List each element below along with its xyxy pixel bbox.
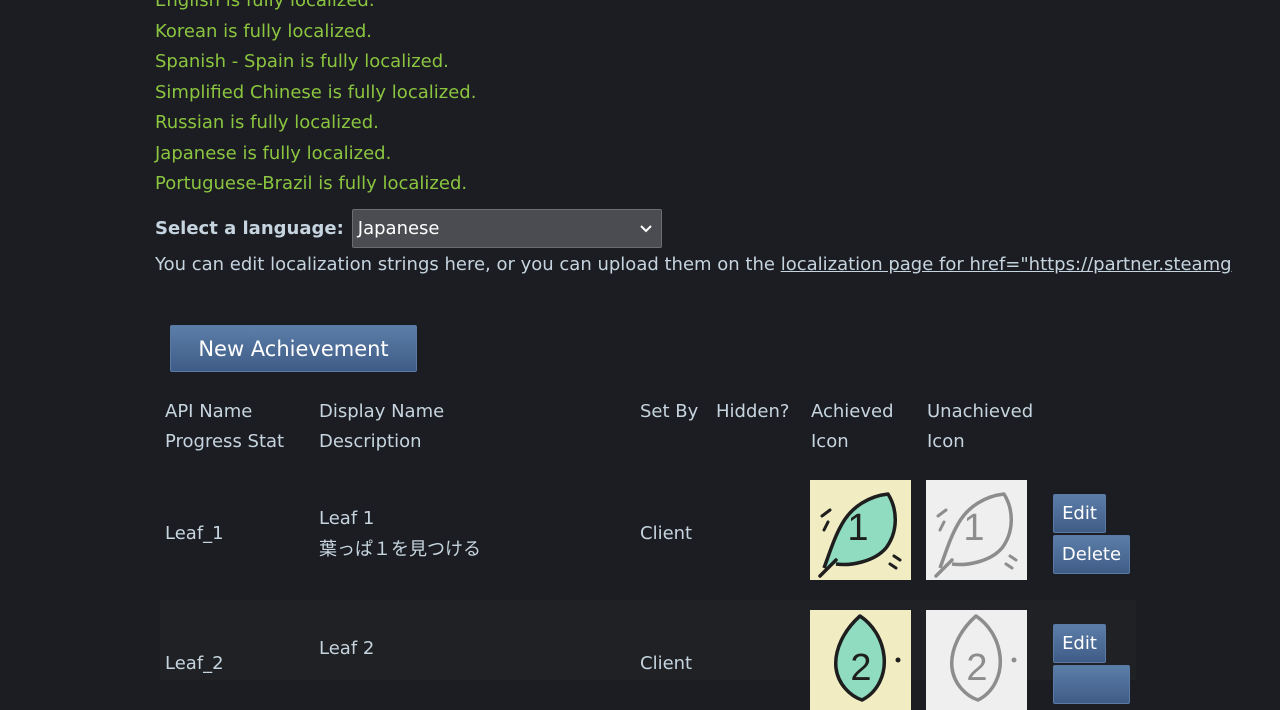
language-selector-row: Select a language: Japanese: [155, 208, 662, 249]
localization-status-russian: Russian is fully localized.: [155, 112, 379, 133]
localization-page-link[interactable]: localization page for href="https://part…: [781, 254, 1232, 275]
new-achievement-button[interactable]: New Achievement: [170, 325, 417, 372]
localization-info-text: You can edit localization strings here, …: [155, 254, 1232, 275]
header-display-name-col: Display Name Description: [319, 397, 444, 457]
header-description: Description: [319, 431, 422, 452]
header-progress-stat: Progress Stat: [165, 431, 285, 452]
localization-status-korean: Korean is fully localized.: [155, 20, 372, 42]
localization-status-list: English is fully localized. Korean is fu…: [155, 0, 476, 200]
row2-unachieved-icon-number: 2: [966, 647, 987, 689]
localization-status-spanish: Spanish - Spain is fully localized.: [155, 51, 449, 72]
row2-unachieved-icon[interactable]: 2: [926, 610, 1027, 710]
row1-display-name: Leaf 1: [319, 508, 375, 529]
leaf-icon: 1: [818, 492, 902, 578]
row1-unachieved-icon[interactable]: 1: [926, 480, 1027, 580]
localization-status-english: English is fully localized.: [155, 0, 375, 11]
row1-edit-button[interactable]: Edit: [1053, 494, 1106, 533]
row1-unachieved-icon-number: 1: [963, 507, 984, 549]
header-set-by: Set By: [640, 401, 699, 422]
localization-status-portuguese-brazil: Portuguese-Brazil is fully localized.: [155, 173, 468, 194]
header-display-name: Display Name: [319, 401, 445, 422]
row1-delete-button[interactable]: Delete: [1053, 535, 1130, 574]
header-achieved-icon-line2: Icon: [811, 431, 849, 452]
row1-set-by: Client: [640, 523, 693, 544]
language-select[interactable]: Japanese: [351, 209, 662, 248]
row2-set-by: Client: [640, 653, 693, 674]
language-label: Select a language:: [155, 218, 344, 239]
localization-status-japanese: Japanese is fully localized.: [155, 142, 392, 164]
row2-display-name: Leaf 2: [319, 638, 375, 659]
info-text: You can edit localization strings here, …: [155, 254, 781, 275]
header-achieved-icon-line1: Achieved: [811, 401, 894, 422]
row2-delete-button[interactable]: [1053, 665, 1130, 704]
row2-achieved-icon-number: 2: [850, 647, 871, 689]
leaf-icon: 1: [934, 492, 1018, 578]
row1-description: 葉っぱ１を見つける: [319, 539, 481, 560]
row1-achieved-icon-number: 1: [847, 507, 868, 549]
header-api-name: API Name: [165, 401, 253, 422]
row1-achieved-icon[interactable]: 1: [810, 480, 911, 580]
chevron-down-icon: [639, 224, 653, 234]
leaf-icon: 2: [950, 614, 1017, 702]
header-unachieved-icon-line2: Icon: [927, 431, 965, 452]
header-unachieved-icon: Unachieved Icon: [927, 397, 1033, 457]
row1-api-name: Leaf_1: [165, 523, 224, 544]
header-api-name-col: API Name Progress Stat: [165, 397, 284, 457]
row2-achieved-icon[interactable]: 2: [810, 610, 911, 710]
row2-api-name: Leaf_2: [165, 653, 224, 674]
localization-status-simplified-chinese: Simplified Chinese is fully localized.: [155, 81, 477, 103]
header-achieved-icon: Achieved Icon: [811, 397, 894, 457]
language-select-value: Japanese: [357, 218, 440, 239]
header-unachieved-icon-line1: Unachieved: [927, 401, 1034, 422]
row2-edit-button[interactable]: Edit: [1053, 624, 1106, 663]
leaf-icon: 2: [834, 614, 901, 702]
header-hidden: Hidden?: [716, 401, 790, 422]
